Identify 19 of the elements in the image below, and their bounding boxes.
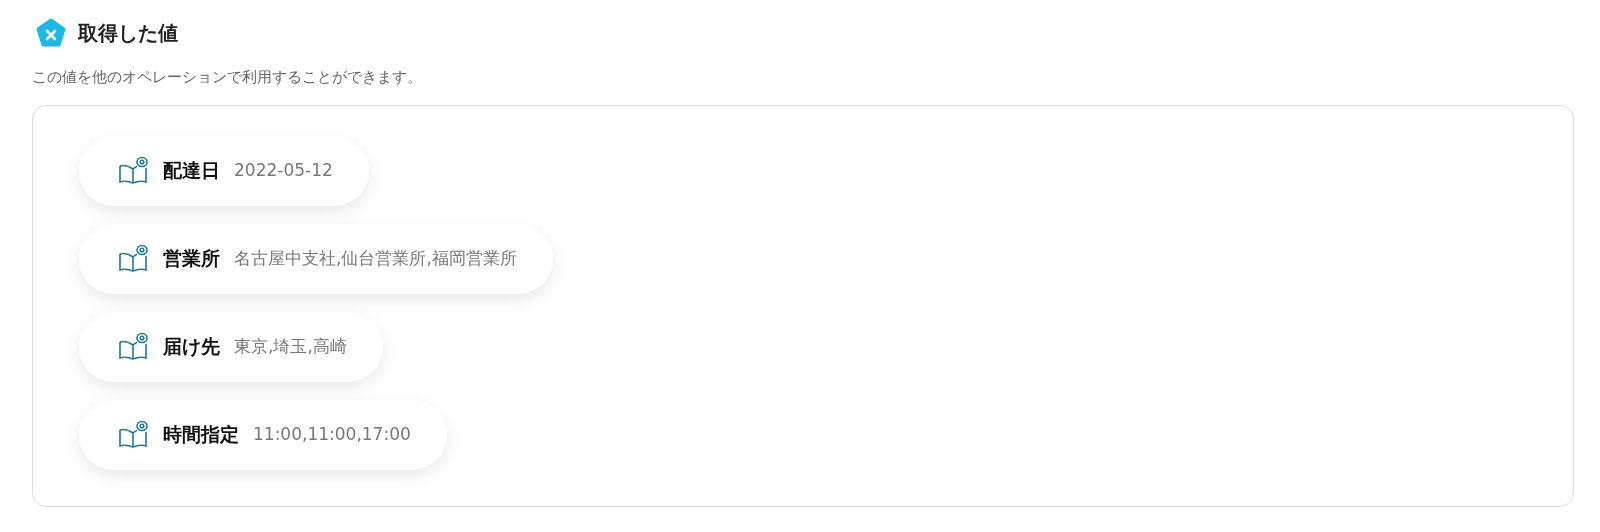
book-eye-icon xyxy=(117,418,149,451)
value-text: 11:00,11:00,17:00 xyxy=(253,422,411,446)
section-title: 取得した値 xyxy=(78,20,178,47)
book-eye-icon xyxy=(117,330,149,363)
book-eye-icon xyxy=(117,154,149,187)
logo-icon xyxy=(36,18,66,48)
value-label: 届け先 xyxy=(163,334,220,360)
value-chip[interactable]: 営業所 名古屋中支社,仙台営業所,福岡営業所 xyxy=(79,223,553,294)
section-description: この値を他のオペレーションで利用することができます。 xyxy=(32,67,423,88)
value-chip[interactable]: 時間指定 11:00,11:00,17:00 xyxy=(79,399,447,470)
value-text: 名古屋中支社,仙台営業所,福岡営業所 xyxy=(234,246,517,270)
book-eye-icon xyxy=(117,242,149,275)
value-label: 時間指定 xyxy=(163,422,239,448)
value-label: 配達日 xyxy=(163,158,220,184)
value-chip[interactable]: 届け先 東京,埼玉,高崎 xyxy=(79,311,383,382)
value-label: 営業所 xyxy=(163,246,220,272)
value-text: 東京,埼玉,高崎 xyxy=(234,334,347,358)
value-text: 2022-05-12 xyxy=(234,158,333,182)
value-chip[interactable]: 配達日 2022-05-12 xyxy=(79,135,369,206)
